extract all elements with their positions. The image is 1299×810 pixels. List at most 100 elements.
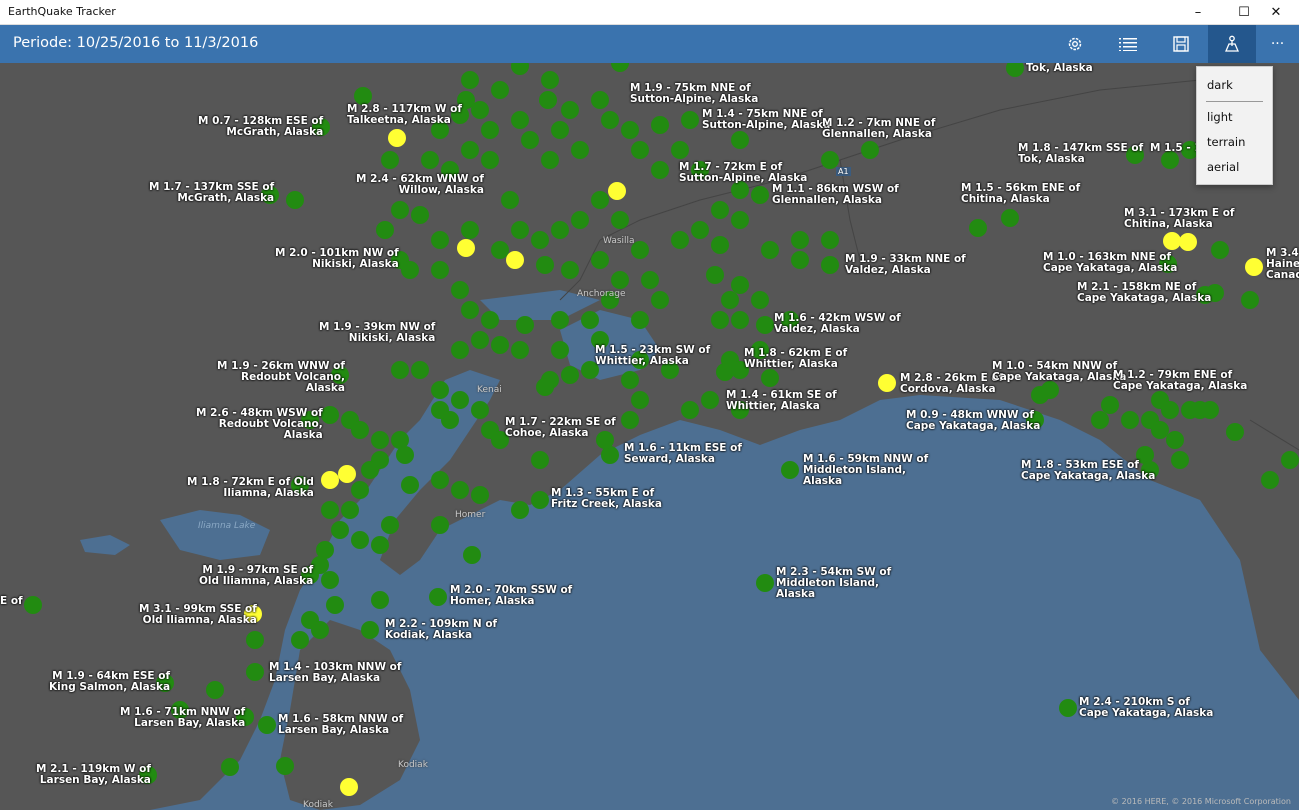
- quake-marker-minor[interactable]: [539, 91, 557, 109]
- quake-marker-minor[interactable]: [461, 71, 479, 89]
- quake-marker-major[interactable]: [340, 778, 358, 796]
- quake-marker-minor[interactable]: [1091, 411, 1109, 429]
- quake-marker-minor[interactable]: [511, 501, 529, 519]
- quake-marker-minor[interactable]: [1226, 423, 1244, 441]
- map-style-button[interactable]: [1208, 25, 1256, 63]
- quake-marker-minor[interactable]: [351, 421, 369, 439]
- quake-marker-major[interactable]: [457, 239, 475, 257]
- quake-marker-minor[interactable]: [791, 231, 809, 249]
- quake-marker-minor[interactable]: [551, 221, 569, 239]
- quake-marker-minor[interactable]: [671, 231, 689, 249]
- quake-marker-minor[interactable]: [431, 516, 449, 534]
- quake-marker-minor[interactable]: [521, 131, 539, 149]
- quake-marker-minor[interactable]: [621, 121, 639, 139]
- quake-marker-minor[interactable]: [371, 591, 389, 609]
- quake-marker-minor[interactable]: [571, 211, 589, 229]
- quake-marker-minor[interactable]: [651, 291, 669, 309]
- quake-marker-minor[interactable]: [731, 311, 749, 329]
- quake-marker-minor[interactable]: [1161, 401, 1179, 419]
- quake-marker-major[interactable]: [321, 471, 339, 489]
- quake-marker-minor[interactable]: [1101, 396, 1119, 414]
- quake-marker-minor[interactable]: [1121, 411, 1139, 429]
- quake-marker-major[interactable]: [608, 182, 626, 200]
- quake-marker-minor[interactable]: [321, 501, 339, 519]
- quake-marker-minor[interactable]: [701, 391, 719, 409]
- quake-marker-minor[interactable]: [411, 206, 429, 224]
- quake-marker-minor[interactable]: [531, 491, 549, 509]
- quake-marker-minor[interactable]: [431, 231, 449, 249]
- quake-marker-minor[interactable]: [421, 151, 439, 169]
- quake-marker-minor[interactable]: [361, 621, 379, 639]
- quake-marker-minor[interactable]: [681, 401, 699, 419]
- quake-marker-minor[interactable]: [751, 186, 769, 204]
- quake-marker-minor[interactable]: [511, 111, 529, 129]
- quake-marker-minor[interactable]: [481, 121, 499, 139]
- quake-marker-minor[interactable]: [431, 471, 449, 489]
- quake-marker-major[interactable]: [1245, 258, 1263, 276]
- quake-marker-minor[interactable]: [761, 369, 779, 387]
- menu-item-light[interactable]: light: [1207, 110, 1233, 124]
- quake-marker-minor[interactable]: [631, 391, 649, 409]
- quake-marker-minor[interactable]: [861, 141, 879, 159]
- quake-marker-major[interactable]: [388, 129, 406, 147]
- list-button[interactable]: [1104, 25, 1152, 63]
- quake-marker-minor[interactable]: [391, 361, 409, 379]
- quake-marker-minor[interactable]: [471, 401, 489, 419]
- quake-marker-minor[interactable]: [591, 91, 609, 109]
- quake-marker-minor[interactable]: [591, 251, 609, 269]
- quake-marker-minor[interactable]: [24, 596, 42, 614]
- quake-marker-minor[interactable]: [761, 241, 779, 259]
- quake-marker-minor[interactable]: [431, 401, 449, 419]
- quake-marker-minor[interactable]: [561, 366, 579, 384]
- quake-marker-minor[interactable]: [731, 276, 749, 294]
- quake-marker-minor[interactable]: [516, 316, 534, 334]
- quake-marker-minor[interactable]: [681, 111, 699, 129]
- quake-marker-minor[interactable]: [451, 281, 469, 299]
- quake-marker-minor[interactable]: [471, 331, 489, 349]
- quake-marker-minor[interactable]: [756, 316, 774, 334]
- quake-marker-minor[interactable]: [311, 621, 329, 639]
- quake-marker-major[interactable]: [506, 251, 524, 269]
- quake-marker-minor[interactable]: [821, 231, 839, 249]
- quake-marker-minor[interactable]: [491, 81, 509, 99]
- quake-marker-minor[interactable]: [221, 758, 239, 776]
- quake-marker-minor[interactable]: [391, 201, 409, 219]
- quake-marker-minor[interactable]: [429, 588, 447, 606]
- quake-marker-minor[interactable]: [511, 221, 529, 239]
- quake-marker-minor[interactable]: [326, 596, 344, 614]
- quake-marker-minor[interactable]: [651, 116, 669, 134]
- quake-marker-minor[interactable]: [551, 311, 569, 329]
- quake-marker-minor[interactable]: [611, 271, 629, 289]
- quake-marker-minor[interactable]: [1001, 209, 1019, 227]
- quake-marker-minor[interactable]: [376, 221, 394, 239]
- quake-marker-minor[interactable]: [561, 261, 579, 279]
- quake-marker-major[interactable]: [338, 465, 356, 483]
- quake-marker-minor[interactable]: [711, 236, 729, 254]
- quake-marker-minor[interactable]: [731, 131, 749, 149]
- quake-marker-minor[interactable]: [536, 378, 554, 396]
- quake-marker-minor[interactable]: [591, 191, 609, 209]
- quake-marker-minor[interactable]: [1166, 431, 1184, 449]
- quake-marker-minor[interactable]: [531, 451, 549, 469]
- quake-marker-minor[interactable]: [621, 411, 639, 429]
- quake-marker-major[interactable]: [1163, 232, 1181, 250]
- quake-marker-minor[interactable]: [381, 516, 399, 534]
- quake-marker-minor[interactable]: [541, 71, 559, 89]
- quake-marker-minor[interactable]: [969, 219, 987, 237]
- quake-marker-minor[interactable]: [711, 311, 729, 329]
- quake-marker-minor[interactable]: [276, 757, 294, 775]
- settings-button[interactable]: [1051, 25, 1099, 63]
- quake-marker-minor[interactable]: [781, 461, 799, 479]
- close-button[interactable]: ✕: [1253, 0, 1299, 25]
- quake-marker-minor[interactable]: [631, 141, 649, 159]
- quake-marker-minor[interactable]: [451, 391, 469, 409]
- quake-marker-minor[interactable]: [621, 371, 639, 389]
- quake-marker-minor[interactable]: [1201, 401, 1219, 419]
- quake-marker-minor[interactable]: [341, 501, 359, 519]
- quake-marker-minor[interactable]: [321, 571, 339, 589]
- quake-marker-minor[interactable]: [491, 336, 509, 354]
- quake-marker-minor[interactable]: [471, 486, 489, 504]
- quake-marker-minor[interactable]: [551, 121, 569, 139]
- minimize-button[interactable]: –: [1175, 0, 1221, 25]
- quake-marker-minor[interactable]: [571, 141, 589, 159]
